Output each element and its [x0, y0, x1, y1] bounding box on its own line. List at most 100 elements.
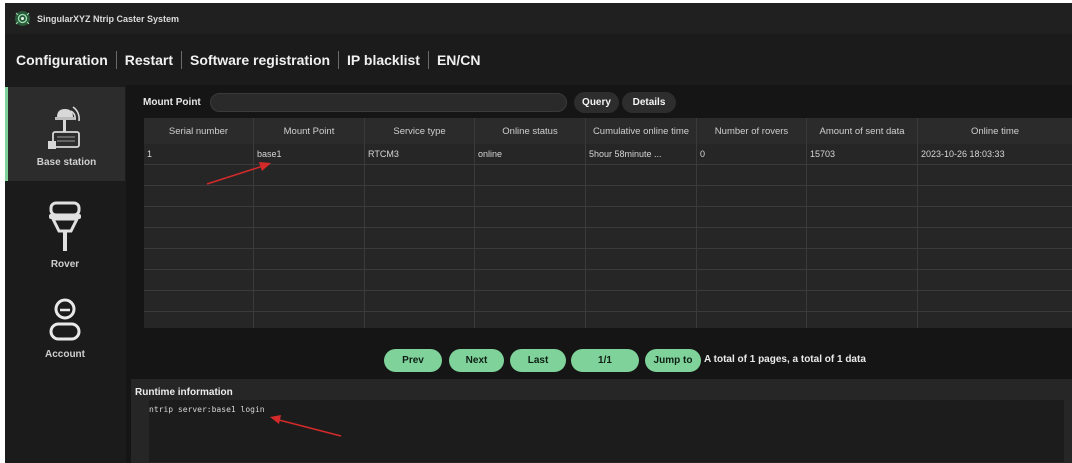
column-header[interactable]: Online status: [475, 118, 586, 144]
table-cell: 15703: [807, 144, 918, 164]
table-cell: [697, 228, 807, 248]
table-cell: [254, 291, 365, 311]
column-header[interactable]: Cumulative online time: [586, 118, 697, 144]
table-cell: [365, 165, 475, 185]
mount-point-search-input[interactable]: [210, 93, 567, 112]
menu-divider: [181, 50, 183, 69]
menu-software-registration[interactable]: Software registration: [190, 52, 330, 68]
jump-to-button[interactable]: Jump to: [645, 349, 701, 372]
column-header[interactable]: Serial number: [144, 118, 254, 144]
table-cell: 5hour 58minute ...: [586, 144, 697, 164]
table-row: [144, 186, 1072, 207]
base-station-table: Serial number Mount Point Service type O…: [144, 118, 1072, 328]
table-cell: [144, 291, 254, 311]
runtime-panel: Runtime information ntrip server:base1 l…: [131, 379, 1072, 463]
table-cell: online: [475, 144, 586, 164]
app-window: SingularXYZ Ntrip Caster System Configur…: [5, 3, 1072, 463]
last-page-button[interactable]: Last: [510, 349, 566, 372]
menu-configuration[interactable]: Configuration: [16, 52, 108, 68]
column-header[interactable]: Amount of sent data: [807, 118, 918, 144]
base-station-icon: [45, 105, 89, 151]
main-menu: Configuration Restart Software registrat…: [5, 34, 1072, 85]
table-cell: base1: [254, 144, 365, 164]
table-cell: [475, 270, 586, 290]
table-cell: [918, 165, 1072, 185]
app-title: SingularXYZ Ntrip Caster System: [37, 13, 180, 24]
search-bar: Mount Point Query Details: [131, 91, 1072, 113]
table-cell: [807, 228, 918, 248]
column-header[interactable]: Number of rovers: [697, 118, 807, 144]
table-cell: [586, 207, 697, 227]
table-cell: RTCM3: [365, 144, 475, 164]
account-icon: [47, 297, 83, 343]
table-cell: [254, 249, 365, 269]
menu-divider: [427, 50, 429, 69]
main-panel: Mount Point Query Details Serial number …: [126, 85, 1072, 463]
pagination-summary: A total of 1 pages, a total of 1 data: [704, 354, 866, 365]
table-cell: [918, 207, 1072, 227]
menu-ip-blacklist[interactable]: IP blacklist: [347, 52, 420, 68]
table-header: Serial number Mount Point Service type O…: [144, 118, 1072, 144]
table-cell: [918, 186, 1072, 206]
sidebar-item-label: Account: [45, 349, 85, 360]
table-row: [144, 312, 1072, 328]
column-header[interactable]: Mount Point: [254, 118, 365, 144]
table-row[interactable]: 1 base1 RTCM3 online 5hour 58minute ... …: [144, 144, 1072, 165]
table-cell: [918, 270, 1072, 290]
table-cell: [144, 312, 254, 328]
table-cell: [807, 291, 918, 311]
table-cell: 1: [144, 144, 254, 164]
table-cell: [144, 165, 254, 185]
rover-icon: [47, 201, 83, 253]
table-cell: [475, 207, 586, 227]
table-cell: [807, 270, 918, 290]
sidebar-item-base-station[interactable]: Base station: [5, 87, 125, 181]
table-cell: [697, 312, 807, 328]
table-cell: [918, 291, 1072, 311]
next-page-button[interactable]: Next: [449, 349, 504, 372]
runtime-log[interactable]: ntrip server:base1 login: [149, 400, 1064, 462]
table-cell: [475, 312, 586, 328]
runtime-title: Runtime information: [135, 387, 233, 398]
sidebar-item-label: Rover: [50, 259, 80, 270]
table-cell: 2023-10-26 18:03:33: [921, 149, 1005, 159]
sidebar-item-label: Base station: [36, 157, 97, 168]
menu-language-toggle[interactable]: EN/CN: [437, 52, 481, 68]
table-cell: [365, 207, 475, 227]
table-cell: [254, 186, 365, 206]
table-cell: [918, 312, 1072, 328]
table-cell: [475, 165, 586, 185]
table-cell: 0: [697, 144, 807, 164]
table-cell: [365, 291, 475, 311]
table-row: [144, 249, 1072, 270]
query-button[interactable]: Query: [574, 92, 619, 113]
table-cell: [144, 270, 254, 290]
table-cell: [254, 207, 365, 227]
table-cell: [807, 186, 918, 206]
mount-point-label: Mount Point: [143, 96, 201, 108]
table-row: [144, 291, 1072, 312]
table-cell: [807, 249, 918, 269]
sidebar-item-rover[interactable]: Rover: [5, 201, 125, 281]
sidebar-item-account[interactable]: Account: [5, 297, 125, 377]
page-indicator-input[interactable]: 1/1: [571, 349, 639, 372]
table-cell: [475, 186, 586, 206]
column-header[interactable]: Service type: [365, 118, 475, 144]
table-cell: [807, 207, 918, 227]
table-cell: [807, 165, 918, 185]
table-row: [144, 270, 1072, 291]
menu-restart[interactable]: Restart: [125, 52, 173, 68]
table-cell: [254, 228, 365, 248]
table-cell: [475, 291, 586, 311]
details-button[interactable]: Details: [622, 92, 676, 113]
table-cell: [697, 249, 807, 269]
table-row: [144, 207, 1072, 228]
table-cell: [365, 228, 475, 248]
column-header[interactable]: Online time: [918, 118, 1072, 144]
prev-page-button[interactable]: Prev: [384, 349, 442, 372]
sidebar: Base station Rover Account: [5, 85, 125, 463]
table-body: 1 base1 RTCM3 online 5hour 58minute ... …: [144, 144, 1072, 328]
menu-divider: [115, 50, 117, 69]
pagination: Prev Next Last 1/1 Jump to A total of 1 …: [126, 347, 1072, 373]
table-cell: [365, 312, 475, 328]
